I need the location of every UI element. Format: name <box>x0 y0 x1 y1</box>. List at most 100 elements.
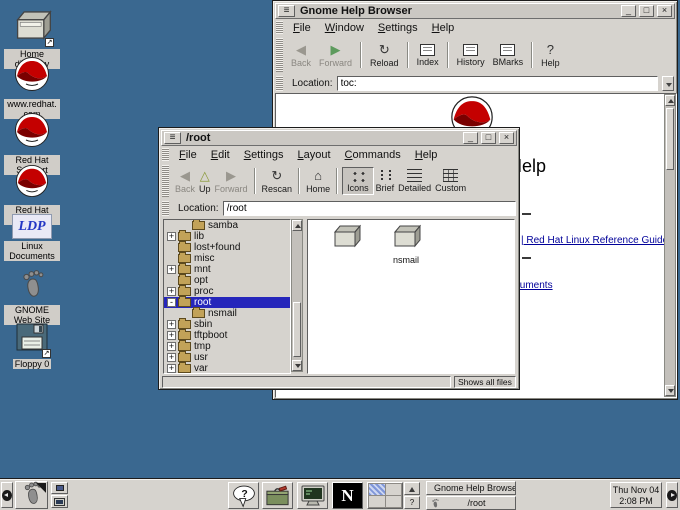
desktop-icon-redhat-com[interactable]: www.redhat.com <box>3 56 61 119</box>
location-input[interactable] <box>337 76 658 91</box>
scrollbar-thumb[interactable] <box>666 108 674 170</box>
help-vertical-scrollbar[interactable] <box>664 94 676 397</box>
custom-view-button[interactable]: Custom <box>433 168 468 194</box>
drag-handle[interactable] <box>276 76 283 91</box>
desktop-icon-floppy-0[interactable]: ↗ Floppy 0 <box>3 322 61 369</box>
expander-icon[interactable]: + <box>167 287 176 296</box>
menu-settings[interactable]: Settings <box>238 148 292 162</box>
folder-icon <box>178 254 191 263</box>
expander-icon[interactable]: + <box>167 265 176 274</box>
pager-desk-1[interactable] <box>369 484 385 495</box>
menu-window[interactable]: Window <box>319 21 372 35</box>
menu-settings[interactable]: Settings <box>372 21 426 35</box>
brief-view-button[interactable]: Brief <box>374 168 397 194</box>
folder-item[interactable]: nsmail <box>378 223 434 265</box>
home-button[interactable]: ⌂ Home <box>304 167 332 195</box>
back-button[interactable]: ◀ Back <box>287 41 315 69</box>
menu-file[interactable]: File <box>173 148 205 162</box>
drag-handle[interactable] <box>162 148 169 161</box>
mini-applet-bottom[interactable] <box>51 495 68 508</box>
folder-icon <box>178 298 191 307</box>
scroll-up-icon[interactable] <box>665 95 675 106</box>
panel-hide-left-button[interactable] <box>1 482 13 508</box>
window-menu-icon[interactable]: ≡ <box>278 5 295 17</box>
fm-titlebar[interactable]: ≡ /root _ □ × <box>161 130 517 146</box>
close-button[interactable]: × <box>657 5 672 17</box>
drag-handle[interactable] <box>162 201 169 216</box>
menu-help[interactable]: Help <box>426 21 463 35</box>
mini-applet-top[interactable] <box>51 482 68 494</box>
expander-icon[interactable]: + <box>167 331 176 340</box>
expander-icon[interactable]: + <box>167 342 176 351</box>
menu-edit[interactable]: Edit <box>205 148 238 162</box>
task-button-root[interactable]: /root <box>426 496 516 510</box>
location-dropdown-button[interactable] <box>662 76 674 91</box>
drag-handle[interactable] <box>276 21 283 34</box>
netscape-launcher[interactable]: N <box>332 482 363 509</box>
expander-icon[interactable]: + <box>167 364 176 373</box>
expander-icon[interactable]: + <box>167 232 176 241</box>
pager-desk-2[interactable] <box>386 484 402 495</box>
tree-vertical-scrollbar[interactable] <box>291 219 303 372</box>
tree-item-selected[interactable]: - root <box>164 297 290 308</box>
desktop-icon-gnome-web-site[interactable]: GNOME Web Site <box>3 268 61 325</box>
arrow-left-icon <box>2 490 12 501</box>
control-center-launcher[interactable] <box>262 482 293 509</box>
clock-applet[interactable]: Thu Nov 04 2:08 PM <box>610 482 662 508</box>
maximize-button[interactable]: □ <box>639 5 654 17</box>
pager-desk-4[interactable] <box>386 496 402 507</box>
terminal-launcher[interactable] <box>297 482 328 509</box>
scroll-down-icon[interactable] <box>292 360 302 371</box>
up-button[interactable]: △ Up <box>197 167 213 195</box>
minimize-button[interactable]: _ <box>621 5 636 17</box>
forward-button[interactable]: ▶ Forward <box>213 167 250 195</box>
menu-commands[interactable]: Commands <box>339 148 409 162</box>
menu-layout[interactable]: Layout <box>291 148 338 162</box>
scrollbar-thumb[interactable] <box>293 302 301 357</box>
scroll-up-icon[interactable] <box>292 220 302 231</box>
status-filter: Shows all files <box>454 376 516 388</box>
panel-hide-right-button[interactable] <box>666 482 678 508</box>
menu-file[interactable]: File <box>287 21 319 35</box>
forward-button[interactable]: ▶ Forward <box>315 41 356 69</box>
reference-guide-link[interactable]: | Red Hat Linux Reference Guide <box>521 235 668 246</box>
expander-icon[interactable]: + <box>167 320 176 329</box>
pager-up-button[interactable] <box>404 482 420 495</box>
desktop-icon-linux-documents[interactable]: LDP Linux Documents <box>3 214 61 261</box>
drag-handle[interactable] <box>276 38 283 72</box>
tree-item[interactable]: + var <box>164 363 290 374</box>
pager-help-button[interactable]: ? <box>404 496 420 509</box>
location-label: Location: <box>177 203 219 214</box>
help-launcher[interactable]: ? <box>228 482 259 509</box>
fm-icon-pane[interactable]: nsmail <box>307 219 515 374</box>
reload-button[interactable]: ↻ Reload <box>366 41 403 69</box>
location-input[interactable] <box>223 201 516 216</box>
up-icon: △ <box>200 168 210 183</box>
minimize-button[interactable]: _ <box>463 132 478 144</box>
pager-desk-3[interactable] <box>369 496 385 507</box>
folder-item[interactable] <box>318 223 374 255</box>
scroll-down-icon[interactable] <box>665 385 675 396</box>
icons-view-button[interactable]: Icons <box>342 167 374 195</box>
maximize-button[interactable]: □ <box>481 132 496 144</box>
expander-icon[interactable]: - <box>167 298 176 307</box>
index-button[interactable]: Index <box>413 43 443 68</box>
back-button[interactable]: ◀ Back <box>173 167 197 195</box>
horizontal-rule <box>522 257 531 259</box>
desk-guide-pager[interactable] <box>367 482 403 509</box>
folder-icon <box>192 309 205 318</box>
help-icon: ? <box>547 42 554 57</box>
history-button[interactable]: History <box>453 43 489 68</box>
window-menu-icon[interactable]: ≡ <box>164 132 181 144</box>
help-button[interactable]: ? Help <box>537 41 564 69</box>
drag-handle[interactable] <box>162 165 169 197</box>
rescan-button[interactable]: ↻ Rescan <box>260 167 295 195</box>
menu-help[interactable]: Help <box>409 148 446 162</box>
help-titlebar[interactable]: ≡ Gnome Help Browser _ □ × <box>275 3 675 19</box>
expander-icon[interactable]: + <box>167 353 176 362</box>
close-button[interactable]: × <box>499 132 514 144</box>
bookmarks-button[interactable]: BMarks <box>489 43 528 68</box>
detailed-view-button[interactable]: Detailed <box>396 168 433 194</box>
task-button-help-browser[interactable]: Gnome Help Browser <box>426 481 516 495</box>
main-menu-button[interactable] <box>15 481 48 509</box>
